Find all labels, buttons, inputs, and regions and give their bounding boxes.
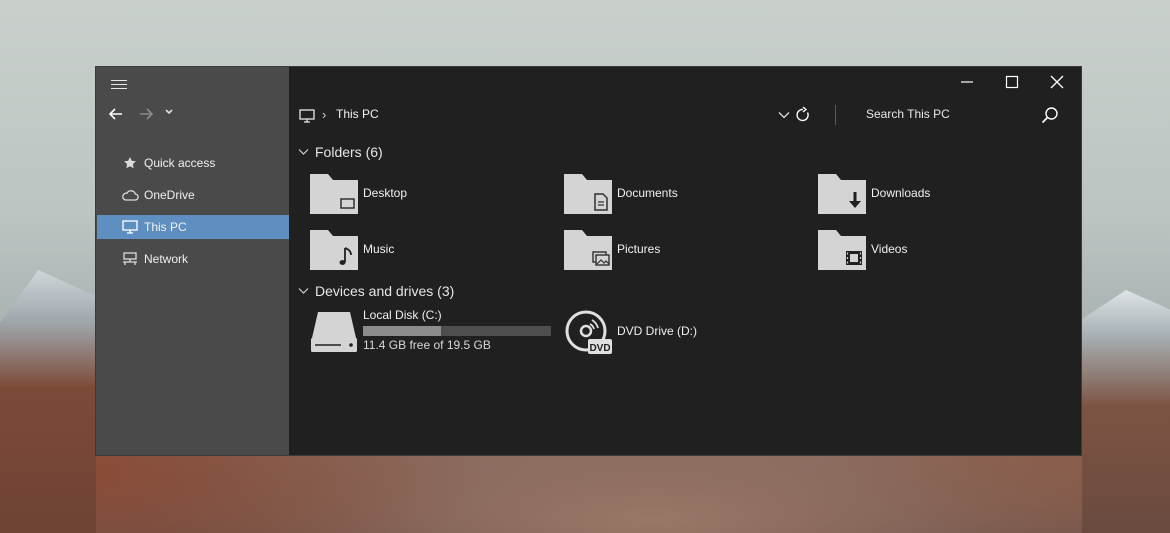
network-icon <box>121 252 139 266</box>
background-mountain-right <box>1082 290 1170 533</box>
drives-section-header[interactable]: Devices and drives (3) <box>298 283 454 299</box>
forward-arrow-icon[interactable] <box>138 106 154 122</box>
folder-documents[interactable]: Documents <box>564 173 814 215</box>
folder-music[interactable]: Music <box>310 229 560 271</box>
nav-item-network[interactable]: Network <box>97 247 289 271</box>
nav-item-this-pc[interactable]: This PC <box>97 215 289 239</box>
drive-local-disk-c[interactable]: Local Disk (C:) 11.4 GB free of 19.5 GB <box>310 308 551 354</box>
videos-folder-icon <box>818 230 866 270</box>
chevron-down-icon <box>298 288 309 294</box>
drive-dvd-d[interactable]: DVD DVD Drive (D:) <box>564 308 697 358</box>
folder-label: Videos <box>871 241 908 256</box>
search-icon[interactable] <box>1040 105 1060 125</box>
dvd-drive-icon: DVD <box>565 310 612 354</box>
address-dropdown-chevron-icon[interactable] <box>778 111 790 119</box>
section-title: Devices and drives (3) <box>315 283 455 299</box>
breadcrumb-separator-icon: › <box>322 107 327 122</box>
menu-icon[interactable] <box>111 77 127 91</box>
downloads-folder-icon <box>818 174 866 214</box>
nav-item-label: Network <box>144 252 189 266</box>
folders-section-header[interactable]: Folders (6) <box>298 144 383 160</box>
computer-icon <box>121 220 139 234</box>
search-input[interactable]: Search This PC <box>866 107 950 121</box>
back-arrow-icon[interactable] <box>108 106 124 122</box>
star-icon <box>121 156 139 170</box>
pictures-folder-icon <box>564 230 612 270</box>
dvd-badge: DVD <box>589 343 610 354</box>
breadcrumb[interactable]: This PC <box>336 107 379 121</box>
recent-locations-chevron-icon[interactable] <box>164 107 174 117</box>
nav-item-onedrive[interactable]: OneDrive <box>97 183 289 207</box>
documents-folder-icon <box>564 174 612 214</box>
folder-label: Downloads <box>871 185 931 200</box>
address-bar[interactable]: › This PC Search This PC <box>289 99 1081 133</box>
section-title: Folders (6) <box>315 144 383 160</box>
background-mountain-left <box>0 270 96 533</box>
close-icon[interactable] <box>1042 73 1072 91</box>
navigation-pane: Quick access OneDrive This PC Network <box>96 67 289 455</box>
drive-usage-fill <box>363 326 442 336</box>
nav-item-label: OneDrive <box>144 188 195 202</box>
folder-videos[interactable]: Videos <box>818 229 1068 271</box>
drive-label: Local Disk (C:) <box>363 308 442 322</box>
nav-item-label: This PC <box>144 220 187 234</box>
cloud-icon <box>121 188 139 202</box>
drive-free-space: 11.4 GB free of 19.5 GB <box>363 338 491 352</box>
refresh-icon[interactable] <box>795 106 811 124</box>
folder-desktop[interactable]: Desktop <box>310 173 560 215</box>
nav-item-label: Quick access <box>144 156 216 170</box>
folder-label: Desktop <box>363 185 408 200</box>
computer-icon <box>299 109 315 123</box>
main-pane: › This PC Search This PC Folders (6) Des… <box>289 67 1081 455</box>
hard-disk-icon <box>311 312 357 352</box>
maximize-icon[interactable] <box>997 73 1027 91</box>
drive-usage-bar <box>363 326 551 336</box>
folder-label: Documents <box>617 185 678 200</box>
drive-label: DVD Drive (D:) <box>617 324 697 338</box>
folder-label: Music <box>363 241 395 256</box>
minimize-icon[interactable] <box>952 73 982 91</box>
nav-item-quick-access[interactable]: Quick access <box>97 151 289 175</box>
folder-pictures[interactable]: Pictures <box>564 229 814 271</box>
music-folder-icon <box>310 230 358 270</box>
folder-downloads[interactable]: Downloads <box>818 173 1068 215</box>
file-explorer-window: Quick access OneDrive This PC Network › … <box>95 66 1082 456</box>
desktop-folder-icon <box>310 174 358 214</box>
chevron-down-icon <box>298 149 309 155</box>
toolbar-divider <box>835 105 836 125</box>
folder-label: Pictures <box>617 241 661 256</box>
